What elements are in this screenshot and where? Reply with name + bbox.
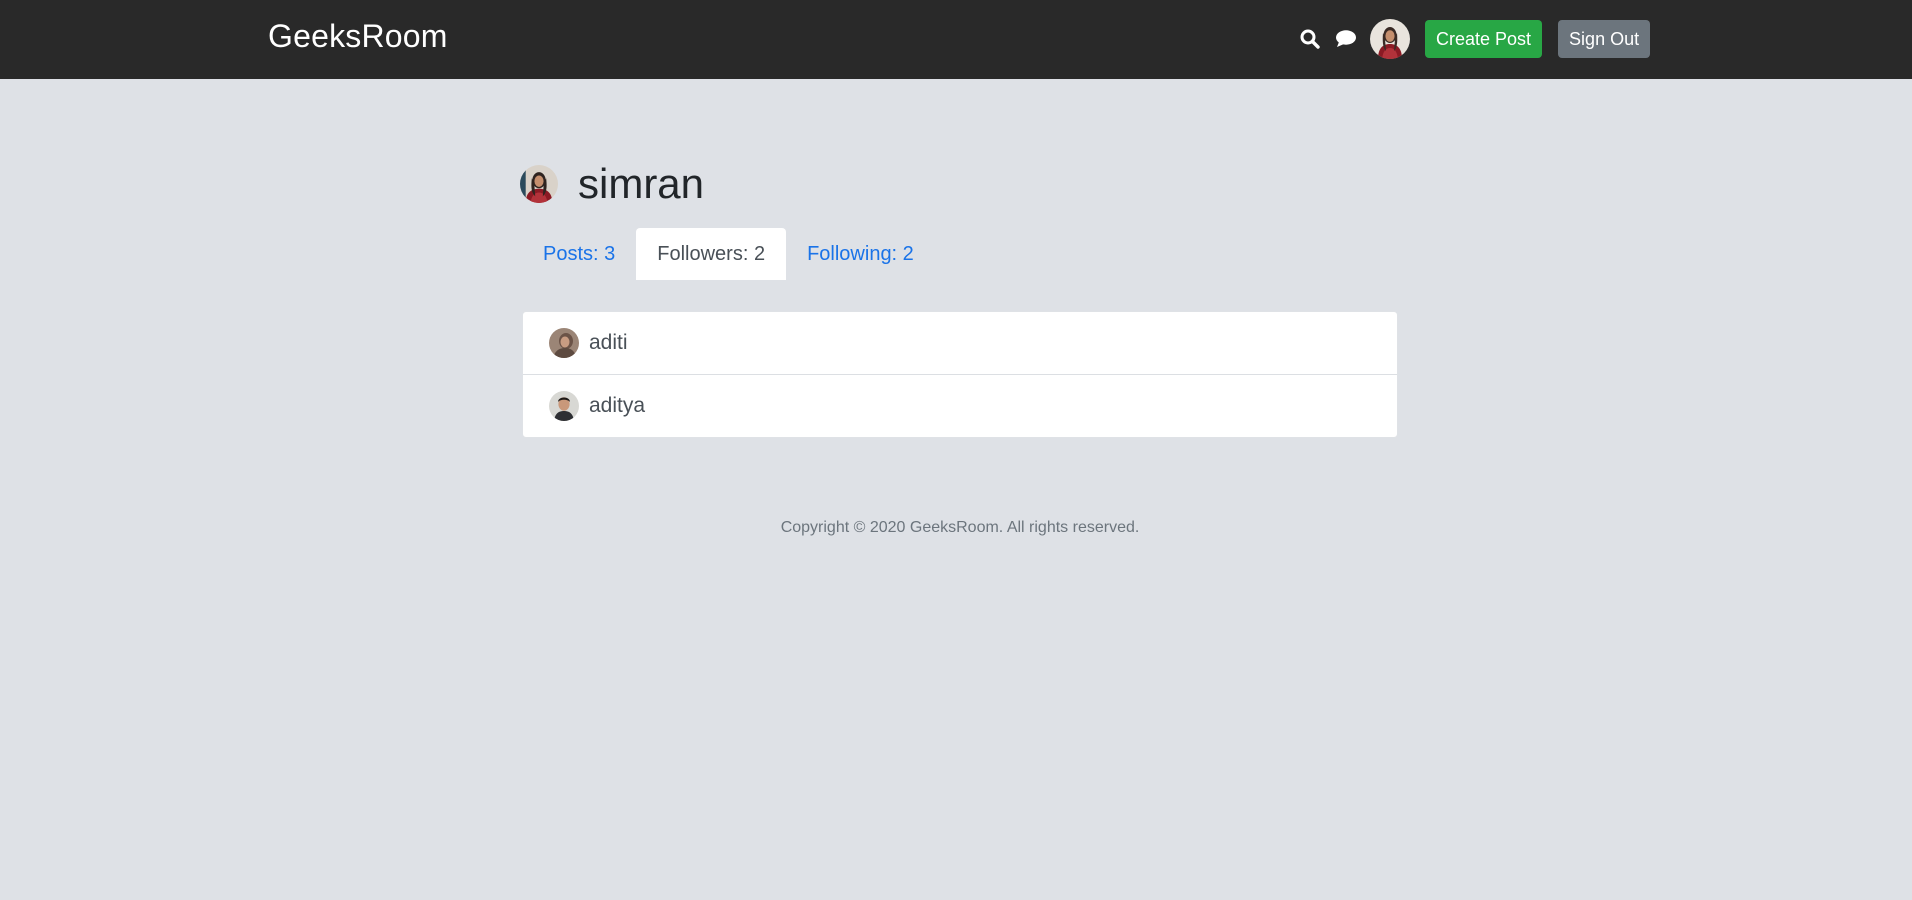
tab-followers[interactable]: Followers: 2: [636, 228, 787, 280]
navbar-actions: Create Post Sign Out: [1296, 18, 1651, 60]
top-navbar: GeeksRoom Create Post Sign Out: [0, 0, 1912, 79]
tab-following[interactable]: Following: 2: [786, 228, 935, 280]
chat-bubble-icon[interactable]: [1332, 25, 1360, 53]
follower-name: aditi: [589, 331, 628, 354]
sign-out-button[interactable]: Sign Out: [1558, 20, 1651, 58]
tab-posts[interactable]: Posts: 3: [522, 228, 636, 280]
profile-username: simran: [578, 160, 705, 207]
brand-logo-link[interactable]: GeeksRoom: [268, 18, 448, 55]
create-post-button[interactable]: Create Post: [1425, 20, 1543, 58]
footer-copyright: Copyright © 2020 GeeksRoom. All rights r…: [780, 519, 1140, 536]
follower-name: aditya: [589, 394, 646, 417]
search-icon[interactable]: [1296, 25, 1324, 53]
user-avatar[interactable]: [1370, 19, 1410, 59]
avatar: [549, 391, 579, 421]
profile-header: simran: [520, 160, 704, 208]
list-item[interactable]: aditya: [523, 374, 1397, 437]
profile-avatar: [520, 165, 558, 203]
avatar: [549, 328, 579, 358]
followers-list: aditi aditya: [522, 311, 1398, 438]
profile-tabs: Posts: 3 Followers: 2 Following: 2: [522, 228, 935, 280]
list-item[interactable]: aditi: [523, 312, 1397, 374]
